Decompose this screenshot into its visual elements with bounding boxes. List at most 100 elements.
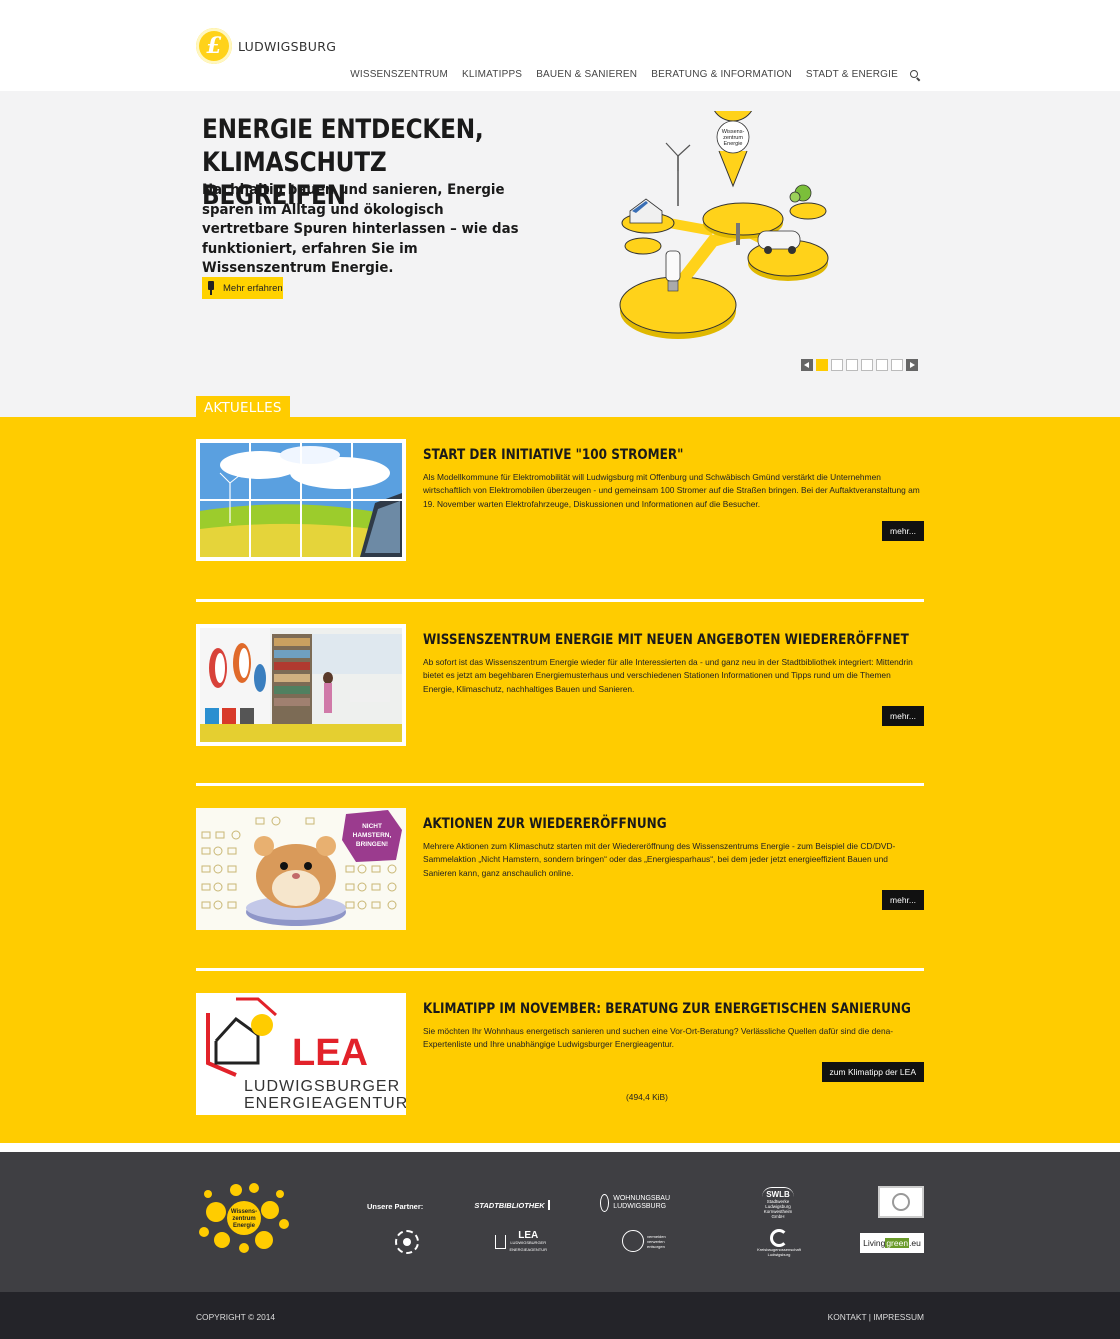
more-button[interactable]: mehr... <box>882 890 924 910</box>
news-title[interactable]: AKTIONEN ZUR WIEDERERÖFFNUNG <box>423 816 667 832</box>
partner-avl[interactable]: vermeiden verwerten entsorgen <box>622 1228 674 1254</box>
lea-house-icon <box>495 1235 507 1249</box>
hero-text: Nachhaltig bauen und sanieren, Energie s… <box>202 182 519 276</box>
link-separator: | <box>868 1312 871 1322</box>
news-section-label: AKTUELLES <box>196 396 290 418</box>
wohnungsbau-line-1: WOHNUNGSBAU <box>613 1195 670 1202</box>
wissenszentrum-logo[interactable]: Wissens- zentrum Energie <box>196 1182 292 1254</box>
news-thumbnail[interactable] <box>196 624 406 746</box>
livinggreen-part-3: .eu <box>909 1238 921 1248</box>
news-title[interactable]: KLIMATIPP IM NOVEMBER: BERATUNG ZUR ENER… <box>423 1001 911 1017</box>
nav-klimatipps[interactable]: KLIMATIPPS <box>462 69 522 80</box>
news-item: NICHT HAMSTERN, BRINGEN! AKTIONEN ZUR WI… <box>196 808 924 930</box>
hamster-image: NICHT HAMSTERN, BRINGEN! <box>196 808 406 930</box>
hamster-badge-text-2: HAMSTERN, <box>353 832 392 839</box>
partner-lea-text: LEA LUDWIGSBURGER ENERGIEAGENTUR <box>509 1229 547 1253</box>
slider-dot-5[interactable] <box>876 359 888 371</box>
wind-field-image <box>200 443 402 557</box>
slider-controls <box>801 359 918 371</box>
news-thumbnail[interactable]: LEA LUDWIGSBURGER ENERGIEAGENTUR <box>196 993 406 1115</box>
hamster-badge-text-1: NICHT <box>362 823 382 830</box>
news-body: Sie möchten Ihr Wohnhaus energetisch san… <box>423 1026 894 1050</box>
news-thumbnail[interactable]: NICHT HAMSTERN, BRINGEN! <box>196 808 406 930</box>
hero-slider: ENERGIE ENTDECKEN, KLIMASCHUTZ BEGREIFEN… <box>0 91 1120 417</box>
partner-stadtbibliothek[interactable]: STADTBIBLIOTHEK <box>474 1196 550 1214</box>
swlb-sub-1: Stadtwerke Ludwigsburg <box>765 1199 791 1209</box>
file-size: (494,4 KiB) <box>626 1092 668 1102</box>
klimatipp-lea-button[interactable]: zum Klimatipp der LEA <box>821 1062 924 1082</box>
more-info-button[interactable]: Mehr erfahren <box>202 277 283 299</box>
avl-logo-icon <box>622 1230 644 1252</box>
partner-eu-certificate[interactable] <box>878 1186 924 1218</box>
news-item: WISSENSZENTRUM ENERGIE MIT NEUEN ANGEBOT… <box>196 624 924 746</box>
partner-livinggreen[interactable]: Living green .eu <box>860 1233 924 1253</box>
more-button[interactable]: mehr... <box>882 706 924 726</box>
partner-swlb[interactable]: SWLB Stadtwerke Ludwigsburg Kornwestheim… <box>758 1187 798 1219</box>
kreisbau-line-2: Ludwigsburg <box>767 1252 791 1257</box>
partner-lea-sub-1: LUDWIGSBURGER <box>510 1239 547 1245</box>
partners-label: Unsere Partner: <box>367 1202 424 1211</box>
news-item: START DER INITIATIVE "100 STROMER" Als M… <box>196 439 924 561</box>
wohnungsbau-logo-icon <box>600 1194 610 1212</box>
slider-dot-6[interactable] <box>891 359 903 371</box>
partner-lea-sub-2: ENERGIEAGENTUR <box>509 1246 547 1252</box>
lea-logo-line-2: ENERGIEAGENTUR <box>244 1095 406 1112</box>
more-button[interactable]: mehr... <box>882 521 924 541</box>
nav-bauen-sanieren[interactable]: BAUEN & SANIEREN <box>536 69 637 80</box>
site-logo[interactable]: £ LUDWIGSBURG <box>196 28 336 64</box>
lea-logo-main: LEA <box>292 1032 368 1074</box>
news-divider <box>196 599 924 602</box>
slider-dot-3[interactable] <box>846 359 858 371</box>
slider-dot-2[interactable] <box>831 359 843 371</box>
library-image <box>200 628 402 742</box>
lea-logo-line-1: LUDWIGSBURGER <box>244 1078 400 1095</box>
news-title[interactable]: WISSENSZENTRUM ENERGIE MIT NEUEN ANGEBOT… <box>423 632 909 648</box>
partner-wohnungsbau[interactable]: WOHNUNGSBAU LUDWIGSBURG <box>600 1192 670 1214</box>
search-icon[interactable] <box>910 69 920 80</box>
footer-logo-text-2: zentrum <box>232 1216 255 1222</box>
hero-title-line-1: ENERGIE ENTDECKEN, <box>202 114 484 145</box>
main-nav: WISSENSZENTRUM KLIMATIPPS BAUEN & SANIER… <box>336 69 920 80</box>
partner-lea[interactable]: LEA LUDWIGSBURGER ENERGIEAGENTUR <box>495 1228 547 1256</box>
copyright: COPYRIGHT © 2014 <box>196 1312 276 1322</box>
news-body: Mehrere Aktionen zum Klimaschutz starten… <box>423 841 896 878</box>
livinggreen-part-2: green <box>885 1238 910 1248</box>
news-divider <box>196 783 924 786</box>
partner-stadtbibliothek-label: STADTBIBLIOTHEK <box>474 1200 545 1210</box>
partner-climate-seal[interactable] <box>395 1230 419 1254</box>
slider-dot-1[interactable] <box>816 359 828 371</box>
news-title[interactable]: START DER INITIATIVE "100 STROMER" <box>423 447 683 463</box>
site-header: £ LUDWIGSBURG WISSENSZENTRUM KLIMATIPPS … <box>0 0 1120 91</box>
footer-logo-text-1: Wissens- <box>231 1209 257 1215</box>
news-thumbnail[interactable] <box>196 439 406 561</box>
footer-logo-text-3: Energie <box>233 1223 256 1229</box>
swlb-sub-2: Kornwestheim GmbH <box>763 1209 793 1219</box>
lea-logo-image: LEA LUDWIGSBURGER ENERGIEAGENTUR <box>196 993 406 1115</box>
nav-stadt-energie[interactable]: STADT & ENERGIE <box>806 69 898 80</box>
slider-prev-icon[interactable] <box>801 359 813 371</box>
news-body: Als Modellkommune für Elektromobilität w… <box>423 472 920 509</box>
logo-badge-icon: £ <box>196 28 232 64</box>
livinggreen-part-1: Living <box>863 1238 886 1248</box>
kontakt-link[interactable]: KONTAKT <box>828 1312 867 1322</box>
kreisbau-logo-icon <box>770 1229 788 1247</box>
eu-certificate-icon <box>892 1193 910 1211</box>
news-body: Ab sofort ist das Wissenszentrum Energie… <box>423 657 913 694</box>
footer-links: KONTAKT | IMPRESSUM <box>828 1312 924 1322</box>
wohnungsbau-line-2: LUDWIGSBURG <box>613 1203 667 1210</box>
slider-dot-4[interactable] <box>861 359 873 371</box>
more-info-button-label: Mehr erfahren <box>223 282 283 294</box>
partner-kreisbau[interactable]: Kreisbaugenossenschaft Ludwigsburg <box>757 1226 801 1260</box>
impressum-link[interactable]: IMPRESSUM <box>873 1312 924 1322</box>
partner-lea-label: LEA <box>518 1229 539 1241</box>
climate-seal-icon <box>403 1238 411 1246</box>
logo-text: LUDWIGSBURG <box>238 38 337 54</box>
nav-beratung-information[interactable]: BERATUNG & INFORMATION <box>651 69 792 80</box>
energy-center-illustration: Wissens- zentrum Energie <box>619 111 829 339</box>
partner-wohnungsbau-text: WOHNUNGSBAU LUDWIGSBURG <box>613 1195 670 1211</box>
book-icon <box>547 1200 550 1210</box>
nav-wissenszentrum[interactable]: WISSENSZENTRUM <box>350 69 448 80</box>
partner-avl-text: vermeiden verwerten entsorgen <box>647 1234 666 1249</box>
plug-icon <box>206 281 216 295</box>
slider-next-icon[interactable] <box>906 359 918 371</box>
